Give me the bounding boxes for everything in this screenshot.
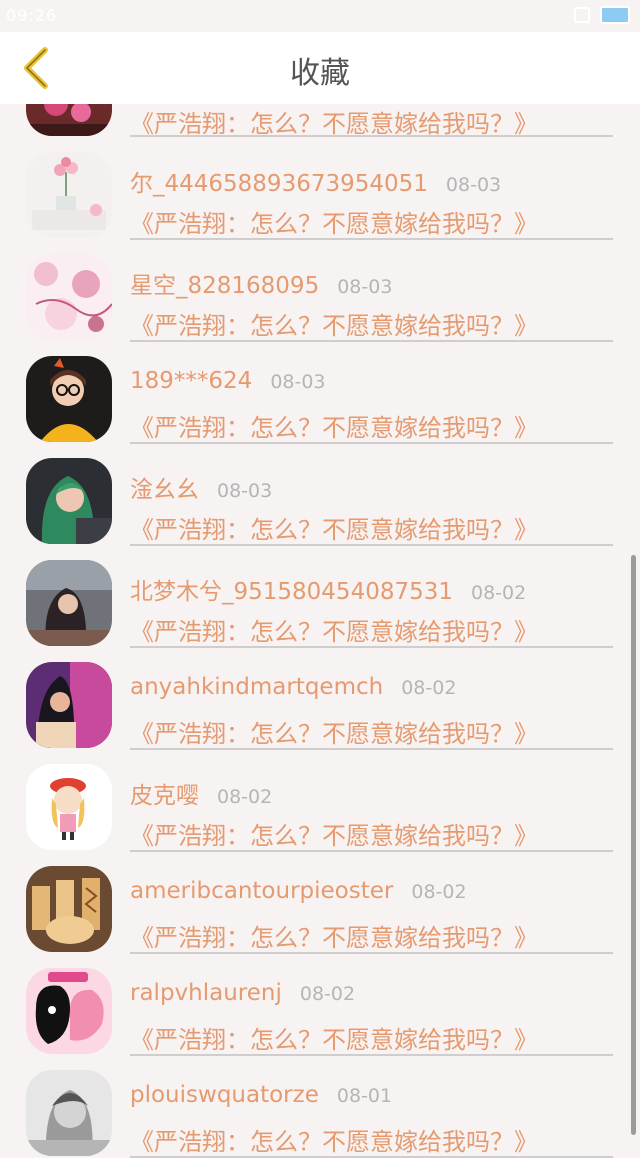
item-title[interactable]: 《严浩翔：怎么？不愿意嫁给我吗？》	[130, 612, 538, 647]
item-date: 08-03	[270, 371, 326, 393]
item-date: 08-03	[337, 276, 393, 298]
username[interactable]: 北梦木兮_951580454087531	[130, 572, 453, 606]
list-item[interactable]: 星空_828168095 08-03 《严浩翔：怎么？不愿意嫁给我吗？》	[0, 236, 640, 342]
username[interactable]: anyahkindmartqemch	[130, 674, 383, 700]
user-line: anyahkindmartqemch 08-02	[130, 674, 456, 700]
username[interactable]: ameribcantourpieoster	[130, 878, 393, 904]
list-item[interactable]: 皮克嘤 08-02 《严浩翔：怎么？不愿意嫁给我吗？》	[0, 746, 640, 852]
item-date: 08-02	[411, 881, 467, 903]
user-line: 189***624 08-03	[130, 368, 326, 394]
page-title: 收藏	[290, 56, 350, 91]
status-icons	[574, 6, 630, 24]
user-line: 北梦木兮_951580454087531 08-02	[130, 572, 526, 606]
avatar	[26, 152, 112, 238]
item-title[interactable]: 《严浩翔：怎么？不愿意嫁给我吗？》	[130, 204, 538, 239]
item-title[interactable]: 《严浩翔：怎么？不愿意嫁给我吗？》	[130, 714, 538, 749]
item-title[interactable]: 《严浩翔：怎么？不愿意嫁给我吗？》	[130, 306, 538, 341]
item-date: 08-01	[336, 1085, 393, 1107]
item-title[interactable]: 《严浩翔：怎么？不愿意嫁给我吗？》	[130, 1122, 538, 1157]
item-date: 08-03	[445, 174, 502, 196]
username[interactable]: 星空_828168095	[130, 266, 319, 300]
username[interactable]: 皮克嘤	[130, 776, 199, 810]
avatar	[26, 356, 112, 442]
item-title[interactable]: 《严浩翔：怎么？不愿意嫁给我吗？》	[130, 408, 538, 443]
user-line: 星空_828168095 08-03	[130, 266, 392, 300]
list-item[interactable]: 北梦木兮_951580454087531 08-02 《严浩翔：怎么？不愿意嫁给…	[0, 542, 640, 648]
username[interactable]: plouiswquatorze	[130, 1082, 319, 1108]
avatar	[26, 968, 112, 1054]
username[interactable]: 尔_444658893673954051	[130, 164, 428, 198]
item-date: 08-02	[471, 582, 527, 604]
item-title[interactable]: 《严浩翔：怎么？不愿意嫁给我吗？》	[130, 918, 538, 953]
lock-icon	[574, 7, 590, 23]
avatar	[26, 662, 112, 748]
battery-icon	[600, 6, 630, 24]
avatar	[26, 866, 112, 952]
status-time: 09:26	[6, 6, 58, 25]
item-date: 08-02	[299, 983, 356, 1005]
username[interactable]: ralpvhlaurenj	[130, 980, 282, 1006]
list-item[interactable]: ralpvhlaurenj 08-02 《严浩翔：怎么？不愿意嫁给我吗？》	[0, 950, 640, 1056]
list-item[interactable]: 尔_444658893673954051 08-03 《严浩翔：怎么？不愿意嫁给…	[0, 134, 640, 240]
item-date: 08-03	[217, 480, 273, 502]
username[interactable]: 淦幺幺	[130, 470, 199, 504]
username[interactable]: 189***624	[130, 368, 252, 394]
list-item[interactable]: ameribcantourpieoster 08-02 《严浩翔：怎么？不愿意嫁…	[0, 848, 640, 954]
avatar	[26, 458, 112, 544]
list-item[interactable]: plouiswquatorze 08-01 《严浩翔：怎么？不愿意嫁给我吗？》	[0, 1052, 640, 1158]
user-line: plouiswquatorze 08-01	[130, 1082, 392, 1108]
list-item[interactable]: anyahkindmartqemch 08-02 《严浩翔：怎么？不愿意嫁给我吗…	[0, 644, 640, 750]
item-title[interactable]: 《严浩翔：怎么？不愿意嫁给我吗？》	[130, 510, 538, 545]
avatar	[26, 254, 112, 340]
list-item[interactable]: 189***624 08-03 《严浩翔：怎么？不愿意嫁给我吗？》	[0, 338, 640, 444]
user-line: 皮克嘤 08-02	[130, 776, 272, 810]
top-bar: 收藏	[0, 32, 640, 104]
status-bar: 09:26	[0, 0, 640, 32]
item-date: 08-02	[401, 677, 457, 699]
item-title[interactable]: 《严浩翔：怎么？不愿意嫁给我吗？》	[130, 1020, 538, 1055]
avatar	[26, 1070, 112, 1156]
user-line: ameribcantourpieoster 08-02	[130, 878, 467, 904]
user-line: 尔_444658893673954051 08-03	[130, 164, 501, 198]
item-date: 08-02	[217, 786, 273, 808]
user-line: 淦幺幺 08-03	[130, 470, 272, 504]
item-title[interactable]: 《严浩翔：怎么？不愿意嫁给我吗？》	[130, 816, 538, 851]
list-item[interactable]: 淦幺幺 08-03 《严浩翔：怎么？不愿意嫁给我吗？》	[0, 440, 640, 546]
user-line: ralpvhlaurenj 08-02	[130, 980, 355, 1006]
scrollbar[interactable]	[631, 555, 636, 1135]
avatar	[26, 560, 112, 646]
avatar	[26, 764, 112, 850]
